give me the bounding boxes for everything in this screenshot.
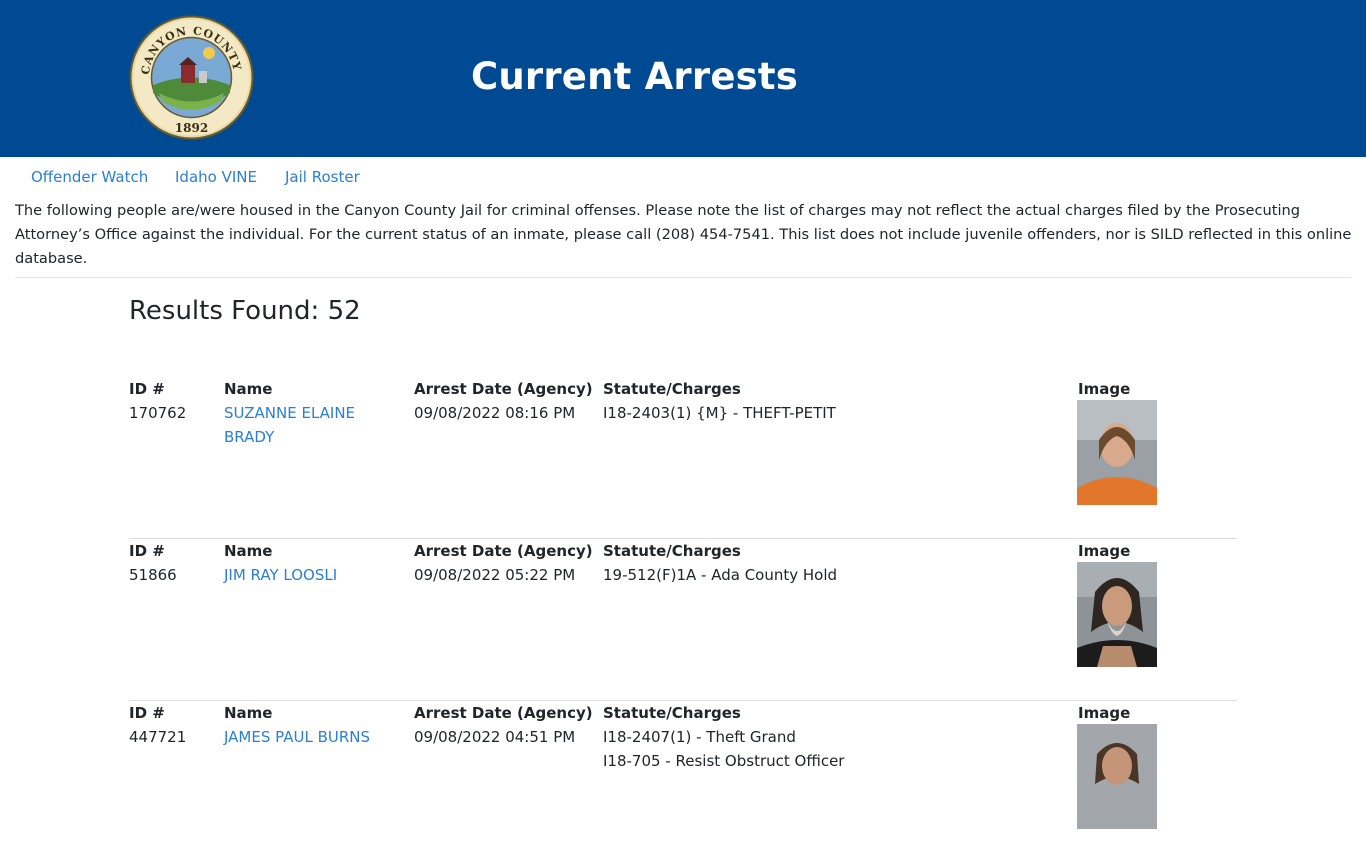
arrest-date-label: Arrest Date (Agency) <box>414 380 593 398</box>
inmate-id: 51866 <box>129 566 177 584</box>
inmate-name-link-line2[interactable]: BRADY <box>224 425 404 449</box>
charges-label: Statute/Charges <box>603 542 741 560</box>
charge-item: 19-512(F)1A - Ada County Hold <box>603 566 838 584</box>
nav-link-jail-roster[interactable]: Jail Roster <box>285 168 360 186</box>
intro-text: The following people are/were housed in … <box>15 202 1352 267</box>
arrest-record: ID # 170762 Name SUZANNE ELAINE BRADY Ar… <box>129 377 1237 539</box>
id-label: ID # <box>129 380 165 398</box>
image-label: Image <box>1078 542 1131 560</box>
arrest-date-label: Arrest Date (Agency) <box>414 542 593 560</box>
mugshot-image[interactable] <box>1077 562 1157 667</box>
seal-year: 1892 <box>175 121 208 135</box>
inmate-name-link[interactable]: JAMES PAUL BURNS <box>224 725 404 749</box>
id-label: ID # <box>129 542 165 560</box>
charge-item: I18-2407(1) - Theft Grand <box>603 728 796 746</box>
divider <box>15 277 1351 278</box>
image-label: Image <box>1078 704 1131 722</box>
image-label: Image <box>1078 380 1131 398</box>
mugshot-image[interactable] <box>1077 724 1157 829</box>
inmate-name-link[interactable]: JIM RAY LOOSLI <box>224 563 404 587</box>
id-label: ID # <box>129 704 165 722</box>
charges-label: Statute/Charges <box>603 380 741 398</box>
arrest-date: 09/08/2022 05:22 PM <box>414 566 576 584</box>
arrest-record: ID # 51866 Name JIM RAY LOOSLI Arrest Da… <box>129 539 1237 701</box>
name-label: Name <box>224 542 273 560</box>
nav-link-offender-watch[interactable]: Offender Watch <box>31 168 148 186</box>
inmate-id: 170762 <box>129 404 187 422</box>
arrest-record: ID # 447721 Name JAMES PAUL BURNS Arrest… <box>129 701 1237 863</box>
results-count: Results Found: 52 <box>129 296 361 326</box>
charge-item: I18-705 - Resist Obstruct Officer <box>603 752 845 770</box>
inmate-id: 447721 <box>129 728 187 746</box>
charges-label: Statute/Charges <box>603 704 741 722</box>
name-label: Name <box>224 380 273 398</box>
arrest-date: 09/08/2022 04:51 PM <box>414 728 576 746</box>
charge-item: I18-2403(1) {M} - THEFT-PETIT <box>603 404 836 422</box>
arrest-date-label: Arrest Date (Agency) <box>414 704 593 722</box>
inmate-name-link[interactable]: SUZANNE ELAINE <box>224 401 404 425</box>
page-title: Current Arrests <box>471 55 798 98</box>
name-label: Name <box>224 704 273 722</box>
county-seal-logo: CANYON COUNTY IDAHO 1892 <box>123 5 254 140</box>
mugshot-image[interactable] <box>1077 400 1157 505</box>
arrest-date: 09/08/2022 08:16 PM <box>414 404 576 422</box>
page-header: CANYON COUNTY IDAHO 1892 Current Arrests <box>0 0 1366 157</box>
nav-link-idaho-vine[interactable]: Idaho VINE <box>175 168 257 186</box>
